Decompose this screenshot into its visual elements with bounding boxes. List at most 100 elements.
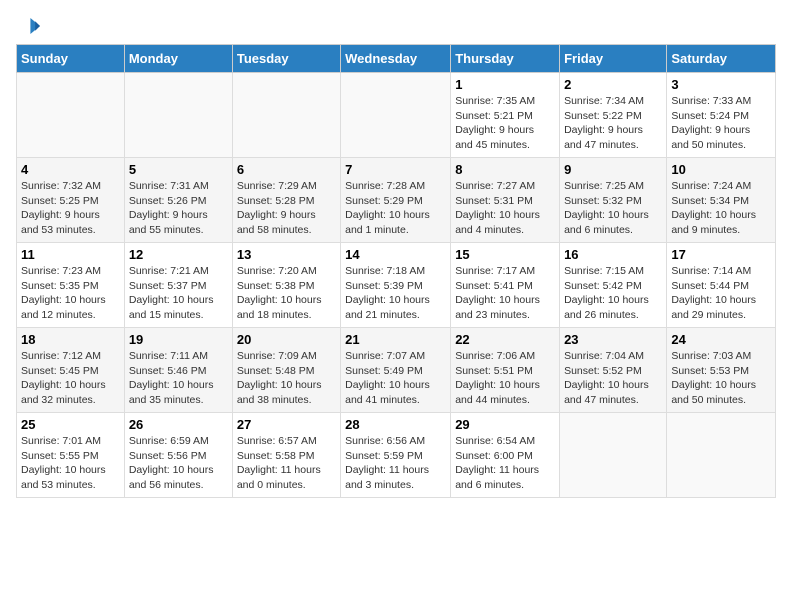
- day-info: Sunrise: 7:11 AM Sunset: 5:46 PM Dayligh…: [129, 349, 228, 408]
- calendar-week-row: 1 Sunrise: 7:35 AM Sunset: 5:21 PM Daylig…: [17, 73, 776, 158]
- calendar-cell: 7Sunrise: 7:28 AM Sunset: 5:29 PM Daylig…: [341, 158, 451, 243]
- day-number: 23: [564, 332, 662, 347]
- day-info: Sunrise: 7:09 AM Sunset: 5:48 PM Dayligh…: [237, 349, 336, 408]
- calendar-cell: 28 Sunrise: 6:56 AM Sunset: 5:59 PM Dayli…: [341, 413, 451, 498]
- day-info: Sunrise: 7:25 AM Sunset: 5:32 PM Dayligh…: [564, 179, 662, 238]
- calendar-cell: [232, 73, 340, 158]
- day-number: 10: [671, 162, 771, 177]
- calendar-cell: 26 Sunrise: 6:59 AM Sunset: 5:56 PM Dayli…: [124, 413, 232, 498]
- day-info: Sunrise: 7:34 AM Sunset: 5:22 PM Dayligh…: [564, 94, 662, 153]
- day-info: Sunrise: 7:06 AM Sunset: 5:51 PM Dayligh…: [455, 349, 555, 408]
- day-number: 16: [564, 247, 662, 262]
- day-number: 4: [21, 162, 120, 177]
- calendar-cell: 21 Sunrise: 7:07 AM Sunset: 5:49 PM Dayli…: [341, 328, 451, 413]
- day-number: 6: [237, 162, 336, 177]
- calendar-cell: 1 Sunrise: 7:35 AM Sunset: 5:21 PM Daylig…: [451, 73, 560, 158]
- calendar-cell: 24 Sunrise: 7:03 AM Sunset: 5:53 PM Dayli…: [667, 328, 776, 413]
- weekday-header-tuesday: Tuesday: [232, 45, 340, 73]
- day-number: 2: [564, 77, 662, 92]
- calendar-cell: 13 Sunrise: 7:20 AM Sunset: 5:38 PM Dayli…: [232, 243, 340, 328]
- day-number: 22: [455, 332, 555, 347]
- calendar-cell: 20 Sunrise: 7:09 AM Sunset: 5:48 PM Dayli…: [232, 328, 340, 413]
- calendar-cell: 18 Sunrise: 7:12 AM Sunset: 5:45 PM Dayli…: [17, 328, 125, 413]
- day-info: Sunrise: 6:54 AM Sunset: 6:00 PM Dayligh…: [455, 434, 555, 493]
- calendar-cell: [341, 73, 451, 158]
- day-info: Sunrise: 6:56 AM Sunset: 5:59 PM Dayligh…: [345, 434, 446, 493]
- day-number: 12: [129, 247, 228, 262]
- day-info: Sunrise: 7:32 AM Sunset: 5:25 PM Dayligh…: [21, 179, 120, 238]
- calendar-week-row: 25 Sunrise: 7:01 AM Sunset: 5:55 PM Dayli…: [17, 413, 776, 498]
- day-info: Sunrise: 7:21 AM Sunset: 5:37 PM Dayligh…: [129, 264, 228, 323]
- day-number: 14: [345, 247, 446, 262]
- calendar-cell: 11Sunrise: 7:23 AM Sunset: 5:35 PM Dayli…: [17, 243, 125, 328]
- logo-icon: [16, 16, 40, 36]
- day-number: 18: [21, 332, 120, 347]
- calendar-cell: 8 Sunrise: 7:27 AM Sunset: 5:31 PM Daylig…: [451, 158, 560, 243]
- calendar-cell: 5 Sunrise: 7:31 AM Sunset: 5:26 PM Daylig…: [124, 158, 232, 243]
- day-number: 26: [129, 417, 228, 432]
- day-number: 29: [455, 417, 555, 432]
- day-number: 17: [671, 247, 771, 262]
- calendar-cell: 12 Sunrise: 7:21 AM Sunset: 5:37 PM Dayli…: [124, 243, 232, 328]
- day-number: 20: [237, 332, 336, 347]
- calendar-cell: 29 Sunrise: 6:54 AM Sunset: 6:00 PM Dayli…: [451, 413, 560, 498]
- day-number: 19: [129, 332, 228, 347]
- weekday-header-sunday: Sunday: [17, 45, 125, 73]
- day-info: Sunrise: 7:29 AM Sunset: 5:28 PM Dayligh…: [237, 179, 336, 238]
- day-number: 8: [455, 162, 555, 177]
- day-number: 28: [345, 417, 446, 432]
- header: [16, 16, 776, 36]
- day-info: Sunrise: 7:17 AM Sunset: 5:41 PM Dayligh…: [455, 264, 555, 323]
- day-info: Sunrise: 7:01 AM Sunset: 5:55 PM Dayligh…: [21, 434, 120, 493]
- calendar-cell: 17Sunrise: 7:14 AM Sunset: 5:44 PM Dayli…: [667, 243, 776, 328]
- calendar-cell: 10 Sunrise: 7:24 AM Sunset: 5:34 PM Dayli…: [667, 158, 776, 243]
- weekday-header-thursday: Thursday: [451, 45, 560, 73]
- calendar-week-row: 4 Sunrise: 7:32 AM Sunset: 5:25 PM Daylig…: [17, 158, 776, 243]
- day-info: Sunrise: 7:28 AM Sunset: 5:29 PM Dayligh…: [345, 179, 446, 238]
- day-info: Sunrise: 7:03 AM Sunset: 5:53 PM Dayligh…: [671, 349, 771, 408]
- calendar-week-row: 18 Sunrise: 7:12 AM Sunset: 5:45 PM Dayli…: [17, 328, 776, 413]
- day-number: 3: [671, 77, 771, 92]
- day-number: 5: [129, 162, 228, 177]
- calendar-table: SundayMondayTuesdayWednesdayThursdayFrid…: [16, 44, 776, 498]
- calendar-cell: 25 Sunrise: 7:01 AM Sunset: 5:55 PM Dayli…: [17, 413, 125, 498]
- day-number: 9: [564, 162, 662, 177]
- day-number: 24: [671, 332, 771, 347]
- weekday-header-monday: Monday: [124, 45, 232, 73]
- day-info: Sunrise: 7:07 AM Sunset: 5:49 PM Dayligh…: [345, 349, 446, 408]
- day-info: Sunrise: 7:24 AM Sunset: 5:34 PM Dayligh…: [671, 179, 771, 238]
- day-number: 11: [21, 247, 120, 262]
- calendar-cell: 6 Sunrise: 7:29 AM Sunset: 5:28 PM Daylig…: [232, 158, 340, 243]
- day-info: Sunrise: 6:57 AM Sunset: 5:58 PM Dayligh…: [237, 434, 336, 493]
- day-number: 25: [21, 417, 120, 432]
- calendar-cell: 4 Sunrise: 7:32 AM Sunset: 5:25 PM Daylig…: [17, 158, 125, 243]
- calendar-cell: 15 Sunrise: 7:17 AM Sunset: 5:41 PM Dayli…: [451, 243, 560, 328]
- calendar-week-row: 11Sunrise: 7:23 AM Sunset: 5:35 PM Dayli…: [17, 243, 776, 328]
- day-number: 21: [345, 332, 446, 347]
- weekday-header-saturday: Saturday: [667, 45, 776, 73]
- calendar-cell: 14 Sunrise: 7:18 AM Sunset: 5:39 PM Dayli…: [341, 243, 451, 328]
- calendar-cell: [667, 413, 776, 498]
- calendar-cell: 2 Sunrise: 7:34 AM Sunset: 5:22 PM Daylig…: [560, 73, 667, 158]
- day-info: Sunrise: 7:12 AM Sunset: 5:45 PM Dayligh…: [21, 349, 120, 408]
- day-info: Sunrise: 7:33 AM Sunset: 5:24 PM Dayligh…: [671, 94, 771, 153]
- day-number: 27: [237, 417, 336, 432]
- weekday-header-friday: Friday: [560, 45, 667, 73]
- day-info: Sunrise: 7:27 AM Sunset: 5:31 PM Dayligh…: [455, 179, 555, 238]
- day-info: Sunrise: 7:35 AM Sunset: 5:21 PM Dayligh…: [455, 94, 555, 153]
- weekday-header-row: SundayMondayTuesdayWednesdayThursdayFrid…: [17, 45, 776, 73]
- calendar-cell: [560, 413, 667, 498]
- day-info: Sunrise: 7:31 AM Sunset: 5:26 PM Dayligh…: [129, 179, 228, 238]
- calendar-cell: 9 Sunrise: 7:25 AM Sunset: 5:32 PM Daylig…: [560, 158, 667, 243]
- calendar-cell: 27 Sunrise: 6:57 AM Sunset: 5:58 PM Dayli…: [232, 413, 340, 498]
- day-info: Sunrise: 7:15 AM Sunset: 5:42 PM Dayligh…: [564, 264, 662, 323]
- calendar-cell: 22 Sunrise: 7:06 AM Sunset: 5:51 PM Dayli…: [451, 328, 560, 413]
- day-number: 1: [455, 77, 555, 92]
- day-number: 13: [237, 247, 336, 262]
- calendar-cell: 23Sunrise: 7:04 AM Sunset: 5:52 PM Dayli…: [560, 328, 667, 413]
- day-info: Sunrise: 6:59 AM Sunset: 5:56 PM Dayligh…: [129, 434, 228, 493]
- day-number: 15: [455, 247, 555, 262]
- weekday-header-wednesday: Wednesday: [341, 45, 451, 73]
- day-info: Sunrise: 7:18 AM Sunset: 5:39 PM Dayligh…: [345, 264, 446, 323]
- day-info: Sunrise: 7:20 AM Sunset: 5:38 PM Dayligh…: [237, 264, 336, 323]
